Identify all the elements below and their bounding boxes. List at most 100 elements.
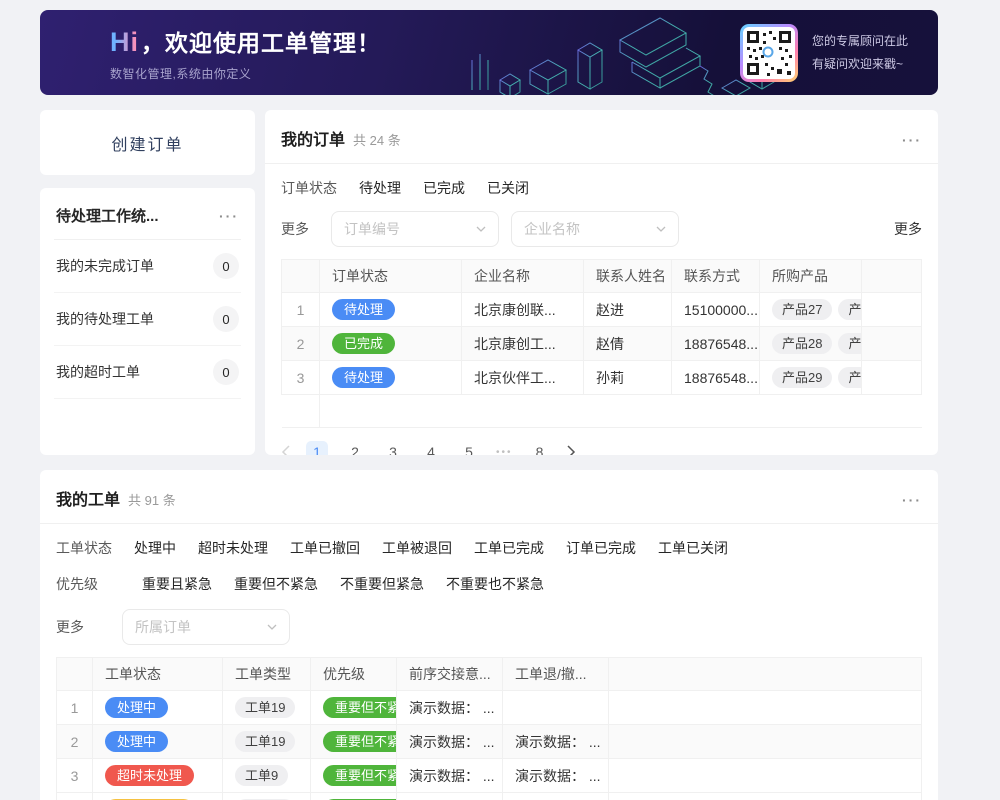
order-status-filter-label: 订单状态: [281, 178, 337, 198]
table-row[interactable]: 4工单已撤回工单16重要但不紧急演示数据： ...演示数据： ...: [57, 793, 922, 800]
pagination-page-number[interactable]: 5: [458, 441, 480, 455]
pagination-next-button[interactable]: [567, 445, 576, 455]
product-tag: 产品28: [772, 333, 832, 354]
stats-item-label: 我的超时工单: [56, 362, 140, 382]
company-cell: 北京伙伴工...: [462, 361, 584, 395]
ticket-type-cell: 工单19: [223, 725, 311, 759]
row-index: 2: [57, 725, 93, 759]
priority-badge: 重要但不紧急: [323, 697, 397, 718]
ticket-priority-option[interactable]: 不重要也不紧急: [446, 574, 544, 594]
banner-text-block: Hi，欢迎使用工单管理！ 数智化管理,系统由你定义: [110, 24, 381, 82]
more-options-icon[interactable]: ···: [902, 132, 922, 148]
stats-list-item[interactable]: 我的超时工单 0: [54, 346, 241, 399]
stats-item-label: 我的未完成订单: [56, 256, 154, 276]
ticket-status-option[interactable]: 工单已关闭: [658, 538, 728, 558]
phone-cell: 15100000...: [672, 293, 760, 327]
orders-panel-title: 我的订单: [281, 126, 345, 150]
order-status-cell: 待处理: [320, 293, 462, 327]
create-order-label: 创建订单: [111, 131, 183, 155]
refund-cell: 演示数据： ...: [503, 725, 609, 759]
pagination-page-number[interactable]: 3: [382, 441, 404, 455]
priority-cell: 重要但不紧急: [311, 691, 397, 725]
filler-cell: [609, 691, 922, 725]
table-row[interactable]: 3超时未处理工单9重要但不紧急演示数据： ...演示数据： ...: [57, 759, 922, 793]
pagination-prev-button[interactable]: [281, 445, 290, 455]
qr-caption: 您的专属顾问在此 有疑问欢迎来戳~: [812, 30, 908, 76]
banner-title: Hi，欢迎使用工单管理！: [110, 24, 381, 58]
qr-caption-line1: 您的专属顾问在此: [812, 30, 908, 53]
ticket-priority-filter-row: 优先级 重要且紧急重要但不紧急不重要但紧急不重要也不紧急: [40, 558, 938, 594]
ticket-priority-option[interactable]: 重要但不紧急: [234, 574, 318, 594]
refund-cell: 演示数据： ...: [503, 793, 609, 800]
product-tag: 产品27: [772, 299, 832, 320]
table-row[interactable]: 3待处理北京伙伴工...孙莉18876548...产品29产品: [282, 361, 922, 395]
pagination-page-number[interactable]: 1: [306, 441, 328, 455]
table-row[interactable]: 2处理中工单19重要但不紧急演示数据： ...演示数据： ...: [57, 725, 922, 759]
more-options-icon[interactable]: ···: [902, 492, 922, 508]
product-tag: 产品: [838, 367, 861, 388]
order-status-option[interactable]: 已关闭: [487, 178, 529, 198]
order-status-option[interactable]: 待处理: [359, 178, 401, 198]
ticket-status-option[interactable]: 处理中: [134, 538, 176, 558]
ticket-status-filter-row: 工单状态 处理中超时未处理工单已撤回工单被退回工单已完成订单已完成工单已关闭: [40, 524, 938, 558]
tickets-panel-title: 我的工单: [56, 486, 120, 510]
row-index: 3: [57, 759, 93, 793]
pagination-ellipsis[interactable]: •••: [496, 447, 513, 456]
status-badge: 待处理: [332, 299, 395, 320]
table-row[interactable]: 1处理中工单19重要但不紧急演示数据： ...: [57, 691, 922, 725]
filler-cell: [862, 293, 922, 327]
company-cell: 北京康创工...: [462, 327, 584, 361]
company-name-select-placeholder: 企业名称: [524, 219, 580, 239]
more-options-icon[interactable]: ···: [219, 208, 239, 224]
ticket-status-option[interactable]: 工单已完成: [474, 538, 544, 558]
table-row[interactable]: 1待处理北京康创联...赵进15100000...产品27产品: [282, 293, 922, 327]
column-header: [57, 658, 93, 691]
order-status-cell: 待处理: [320, 361, 462, 395]
priority-cell: 重要但不紧急: [311, 725, 397, 759]
ticket-status-option[interactable]: 工单被退回: [382, 538, 452, 558]
ticket-type-tag: 工单9: [235, 765, 288, 786]
ticket-status-option[interactable]: 工单已撤回: [290, 538, 360, 558]
handover-cell: 演示数据： ...: [397, 793, 503, 800]
sidebar: 创建订单 待处理工作统... ··· 我的未完成订单0我的待处理工单0我的超时工…: [40, 110, 255, 455]
banner-greeting-text: ，欢迎使用工单管理！: [141, 30, 381, 56]
stats-item-count-badge: 0: [213, 359, 239, 385]
stats-list-item[interactable]: 我的未完成订单 0: [54, 240, 241, 293]
stats-item-count-badge: 0: [213, 253, 239, 279]
product-tag: 产品29: [772, 367, 832, 388]
column-header: 优先级: [311, 658, 397, 691]
my-orders-panel: 我的订单 共 24 条 ··· 订单状态 待处理已完成已关闭 更多 订单编号 企…: [265, 110, 938, 455]
status-badge: 待处理: [332, 367, 395, 388]
company-name-select[interactable]: 企业名称: [511, 211, 679, 247]
orders-more-link[interactable]: 更多: [894, 219, 922, 239]
ticket-priority-option[interactable]: 重要且紧急: [142, 574, 212, 594]
order-number-select[interactable]: 订单编号: [331, 211, 499, 247]
stats-list: 我的未完成订单 0 我的待处理工单0 我的超时工单 0: [54, 240, 241, 399]
pagination-page-number[interactable]: 8: [529, 441, 551, 455]
ticket-status-option[interactable]: 订单已完成: [566, 538, 636, 558]
ticket-status-option[interactable]: 超时未处理: [198, 538, 268, 558]
pagination-page-number[interactable]: 2: [344, 441, 366, 455]
tickets-more-label: 更多: [56, 617, 84, 637]
ticket-status-cell: 超时未处理: [93, 759, 223, 793]
dashboard-page: Hi，欢迎使用工单管理！ 数智化管理,系统由你定义: [40, 10, 938, 800]
row-index: 1: [57, 691, 93, 725]
ticket-priority-option[interactable]: 不重要但紧急: [340, 574, 424, 594]
create-order-button[interactable]: 创建订单: [40, 110, 255, 175]
filler-cell: [320, 395, 922, 428]
product-tag: 产品: [838, 333, 861, 354]
stats-list-item[interactable]: 我的待处理工单0: [54, 293, 241, 346]
parent-order-select[interactable]: 所属订单: [122, 609, 290, 645]
pagination-page-number[interactable]: 4: [420, 441, 442, 455]
handover-cell: 演示数据： ...: [397, 691, 503, 725]
table-row[interactable]: 2已完成北京康创工...赵倩18876548...产品28产品: [282, 327, 922, 361]
my-tickets-panel: 我的工单 共 91 条 ··· 工单状态 处理中超时未处理工单已撤回工单被退回工…: [40, 470, 938, 800]
filler-cell: [862, 361, 922, 395]
tickets-count: 共 91 条: [128, 490, 176, 509]
qr-code: [740, 24, 798, 82]
stats-card-title: 待处理工作统...: [56, 205, 159, 226]
banner-greeting-highlight: Hi: [110, 27, 139, 57]
chevron-down-icon: [267, 624, 277, 630]
order-status-option[interactable]: 已完成: [423, 178, 465, 198]
contact-cell: 孙莉: [584, 361, 672, 395]
